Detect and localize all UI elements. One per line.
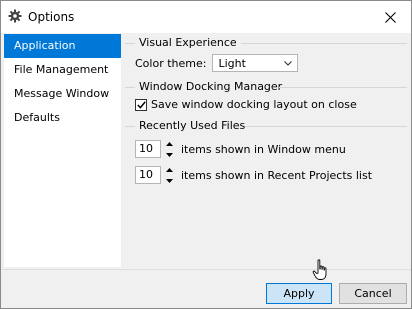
sidebar-item-label: File Management [14, 63, 109, 76]
color-theme-label: Color theme: [135, 56, 207, 70]
sidebar-item-message-window[interactable]: Message Window [4, 82, 121, 106]
stepper-down-button[interactable] [163, 150, 175, 159]
color-theme-value: Light [218, 56, 246, 70]
recent-projects-count-input[interactable]: 10 [135, 166, 161, 184]
recent-projects-count-stepper [163, 165, 175, 185]
title-bar: Options [1, 1, 411, 33]
apply-button-label: Apply [283, 287, 315, 300]
docking-group-header: Window Docking Manager [121, 80, 407, 94]
group-title: Visual Experience [139, 36, 237, 49]
visual-experience-group-header: Visual Experience [121, 36, 407, 50]
divider [125, 126, 135, 127]
cancel-button[interactable]: Cancel [339, 283, 407, 304]
color-theme-row: Color theme: Light [135, 54, 299, 72]
window-menu-count-input[interactable]: 10 [135, 140, 161, 158]
cancel-button-label: Cancel [354, 287, 392, 300]
save-layout-checkbox[interactable] [135, 98, 147, 111]
triangle-up-icon [165, 141, 173, 146]
triangle-down-icon [165, 178, 173, 183]
divider [125, 43, 135, 44]
stepper-up-button[interactable] [163, 139, 175, 148]
footer-divider [1, 269, 411, 270]
gear-icon [8, 9, 22, 23]
sidebar-item-label: Defaults [14, 111, 60, 124]
sidebar-item-label: Message Window [14, 87, 110, 100]
window-menu-count-stepper [163, 139, 175, 159]
window-title: Options [28, 10, 75, 24]
triangle-down-icon [165, 152, 173, 157]
options-dialog: Options Application File Management Mess… [0, 0, 412, 309]
options-sidebar: Application File Management Message Wind… [4, 34, 129, 267]
stepper-up-button[interactable] [163, 165, 175, 174]
window-menu-count-row: 10 items shown in Window menu [135, 139, 346, 159]
dialog-body: Application File Management Message Wind… [1, 33, 411, 308]
recent-projects-count-label: items shown in Recent Projects list [181, 168, 373, 182]
triangle-up-icon [165, 167, 173, 172]
divider [279, 87, 407, 88]
sidebar-item-application[interactable]: Application [4, 34, 129, 58]
chevron-down-icon [284, 60, 293, 66]
save-layout-label: Save window docking layout on close [151, 98, 357, 111]
sidebar-item-defaults[interactable]: Defaults [4, 106, 121, 130]
sidebar-item-label: Application [14, 39, 76, 52]
apply-button[interactable]: Apply [266, 283, 332, 304]
window-menu-count-label: items shown in Window menu [181, 142, 346, 156]
checkmark-icon [136, 100, 146, 109]
close-button[interactable] [369, 1, 411, 33]
options-content: Visual Experience Color theme: Light Win… [121, 33, 411, 266]
divider [241, 43, 407, 44]
group-title: Recently Used Files [139, 119, 246, 132]
save-layout-row: Save window docking layout on close [135, 98, 357, 111]
recent-files-group-header: Recently Used Files [121, 119, 407, 133]
close-icon [384, 11, 396, 23]
color-theme-dropdown[interactable]: Light [212, 54, 299, 72]
divider [125, 87, 135, 88]
group-title: Window Docking Manager [139, 80, 283, 93]
stepper-down-button[interactable] [163, 176, 175, 185]
hand-cursor-icon [312, 259, 327, 280]
sidebar-item-file-management[interactable]: File Management [4, 58, 121, 82]
recent-projects-count-row: 10 items shown in Recent Projects list [135, 165, 372, 185]
divider [245, 126, 407, 127]
